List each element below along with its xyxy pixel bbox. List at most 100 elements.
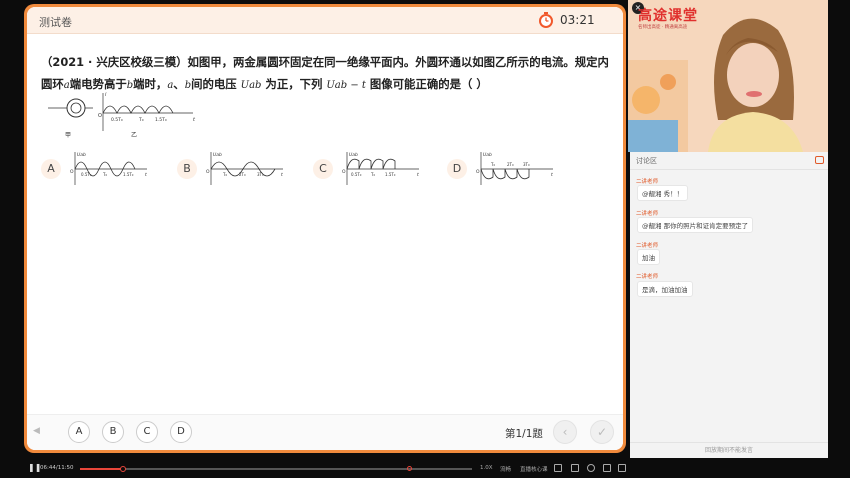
quiz-footer: ◀ A B C D 第1/1题 ‹ ✓ <box>27 414 623 450</box>
current-graph <box>102 93 193 131</box>
tick-label: 1.5T₀ <box>385 172 396 177</box>
playback-time: 06:44/11:50 <box>40 465 74 471</box>
question-seg: 间的电压 <box>191 77 237 91</box>
axis-t-label: t <box>417 172 419 178</box>
tick-label: T₀ <box>102 172 107 177</box>
tick-label: T₀ <box>138 117 144 123</box>
speed-label[interactable]: 1.0X <box>480 465 493 471</box>
axis-t-label: t <box>551 172 553 178</box>
settings-icon[interactable] <box>587 464 595 472</box>
tick-label: 3T₀ <box>523 162 530 167</box>
option-b[interactable]: B Uab t O T₀ 2T₀ 3T₀ <box>177 152 297 195</box>
answer-button-d[interactable]: D <box>170 421 192 443</box>
page-info: 第1/1题 <box>505 428 543 440</box>
message-text: 是滴，加油加油 <box>637 281 693 297</box>
answer-button-a[interactable]: A <box>68 421 90 443</box>
axis-y-label: Uab <box>349 152 358 158</box>
question-figure: 甲 i t O 0.5T₀ T₀ 1.5T₀ 乙 <box>48 92 196 139</box>
chat-input[interactable]: 回放期间不能发言 <box>630 442 828 458</box>
brand-logo: 高途课堂 <box>638 8 698 24</box>
axis-y-label: Uab <box>77 152 86 158</box>
label-jia: 甲 <box>65 132 71 139</box>
axis-t-label: t <box>281 172 283 178</box>
origin-label: O <box>206 169 210 175</box>
option-letter: D <box>447 159 467 179</box>
option-c-graph: Uab t O 0.5T₀ T₀ 1.5T₀ <box>342 152 419 185</box>
tick-label: 2T₀ <box>239 172 246 177</box>
quiz-body: 测试卷 03:21 （2021 · 兴庆区校级三模）如图甲，两金属圆环固定在同一… <box>27 7 623 450</box>
message-author: 二讲老师 <box>636 179 659 185</box>
answer-button-c[interactable]: C <box>136 421 158 443</box>
var-uab-t: Uab − t <box>326 80 366 91</box>
subtitle-icon[interactable] <box>554 464 562 472</box>
tick-label: 0.5T₀ <box>81 172 92 177</box>
label-yi: 乙 <box>131 132 137 139</box>
tick-label: 0.5T₀ <box>351 172 362 177</box>
ring-diagram <box>48 98 93 118</box>
axis-t-label: t <box>145 172 147 178</box>
origin-label: O <box>70 169 74 175</box>
timer-icon <box>539 12 553 28</box>
question-seg: 图像可能正确的是（ ） <box>369 77 488 91</box>
quiz-title: 测试卷 <box>39 16 72 29</box>
axis-y-label: Uab <box>483 152 492 158</box>
progress-track[interactable] <box>80 466 472 472</box>
progress-knob[interactable] <box>120 466 127 472</box>
player-bar: ❚❚ 06:44/11:50 1.0X 流畅 直播核心课 <box>24 460 628 478</box>
mode-label[interactable]: 直播核心课 <box>520 465 548 473</box>
option-d-graph: Uab t O T₀ 2T₀ 3T₀ <box>476 152 553 185</box>
tick-label: 0.5T₀ <box>111 117 123 123</box>
tick-label: 3T₀ <box>257 172 264 177</box>
progress-fill <box>80 468 124 470</box>
axis-t-label: t <box>193 117 196 123</box>
option-a-graph: Uab t O 0.5T₀ T₀ 1.5T₀ <box>70 152 147 185</box>
chat-panel: 讨论区 二讲老师 @靓湘 秀！！ 二讲老师 @靓湘 那你的照片和证肯定要预定了 … <box>630 152 828 458</box>
quiz-header: 测试卷 03:21 <box>27 7 623 34</box>
axis-i-label: i <box>105 92 107 98</box>
brand-slogan: 名师出高徒 · 精通离高途 <box>638 25 688 30</box>
message-text: @靓湘 秀！！ <box>637 185 689 201</box>
timer-text: 03:21 <box>560 13 595 27</box>
camera-icon[interactable] <box>603 464 611 472</box>
chat-header: 讨论区 <box>630 152 828 170</box>
answer-button-b[interactable]: B <box>102 421 124 443</box>
teacher-video: × 高途课堂 名师出高徒 · 精通离高途 <box>628 0 828 152</box>
option-letter: B <box>177 159 197 179</box>
chat-title: 讨论区 <box>636 157 657 165</box>
tick-label: 1.5T₀ <box>155 117 167 123</box>
option-c[interactable]: C Uab t O 0.5T₀ T₀ 1.5T₀ <box>313 152 433 195</box>
collapse-arrow-icon[interactable]: ◀ <box>33 426 40 436</box>
tick-label: 2T₀ <box>507 162 514 167</box>
message-text: 加油 <box>637 249 660 265</box>
screen: 测试卷 03:21 （2021 · 兴庆区校级三模）如图甲，两金属圆环固定在同一… <box>0 0 850 478</box>
volume-icon[interactable] <box>571 464 579 472</box>
progress-marker[interactable] <box>407 466 413 471</box>
clarity-label[interactable]: 流畅 <box>500 465 511 473</box>
question-seg: 、 <box>173 77 185 91</box>
question-seg: 圆环 <box>41 77 64 91</box>
tick-label: T₀ <box>490 162 495 167</box>
option-letter: C <box>313 159 333 179</box>
tick-label: T₀ <box>222 172 227 177</box>
fullscreen-icon[interactable] <box>618 464 626 472</box>
question-line-1: （2021 · 兴庆区校级三模）如图甲，两金属圆环固定在同一绝缘平面内。外圆环通… <box>41 55 609 69</box>
option-a[interactable]: A Uab t O 0.5T₀ T₀ 1.5T₀ <box>41 152 161 195</box>
message-author: 二讲老师 <box>636 274 659 280</box>
chat-bubble-icon[interactable] <box>815 156 824 164</box>
submit-check-button[interactable]: ✓ <box>590 420 614 444</box>
option-b-graph: Uab t O T₀ 2T₀ 3T₀ <box>206 152 283 185</box>
question-seg: 端时， <box>133 77 168 91</box>
message-author: 二讲老师 <box>636 211 659 217</box>
quiz-panel: 测试卷 03:21 （2021 · 兴庆区校级三模）如图甲，两金属圆环固定在同一… <box>24 4 626 453</box>
tick-label: 1.5T₀ <box>123 172 134 177</box>
question-seg: 为正，下列 <box>265 77 323 91</box>
origin-label: O <box>342 169 346 175</box>
question-seg: 端电势高于 <box>69 77 127 91</box>
var-uab: Uab <box>240 80 262 91</box>
option-d[interactable]: D Uab t O T₀ 2T₀ 3T₀ <box>447 152 567 195</box>
message-author: 二讲老师 <box>636 243 659 249</box>
origin-label: O <box>98 113 102 119</box>
message-text: @靓湘 那你的照片和证肯定要预定了 <box>637 217 754 233</box>
origin-label: O <box>476 169 480 175</box>
prev-question-button[interactable]: ‹ <box>553 420 577 444</box>
